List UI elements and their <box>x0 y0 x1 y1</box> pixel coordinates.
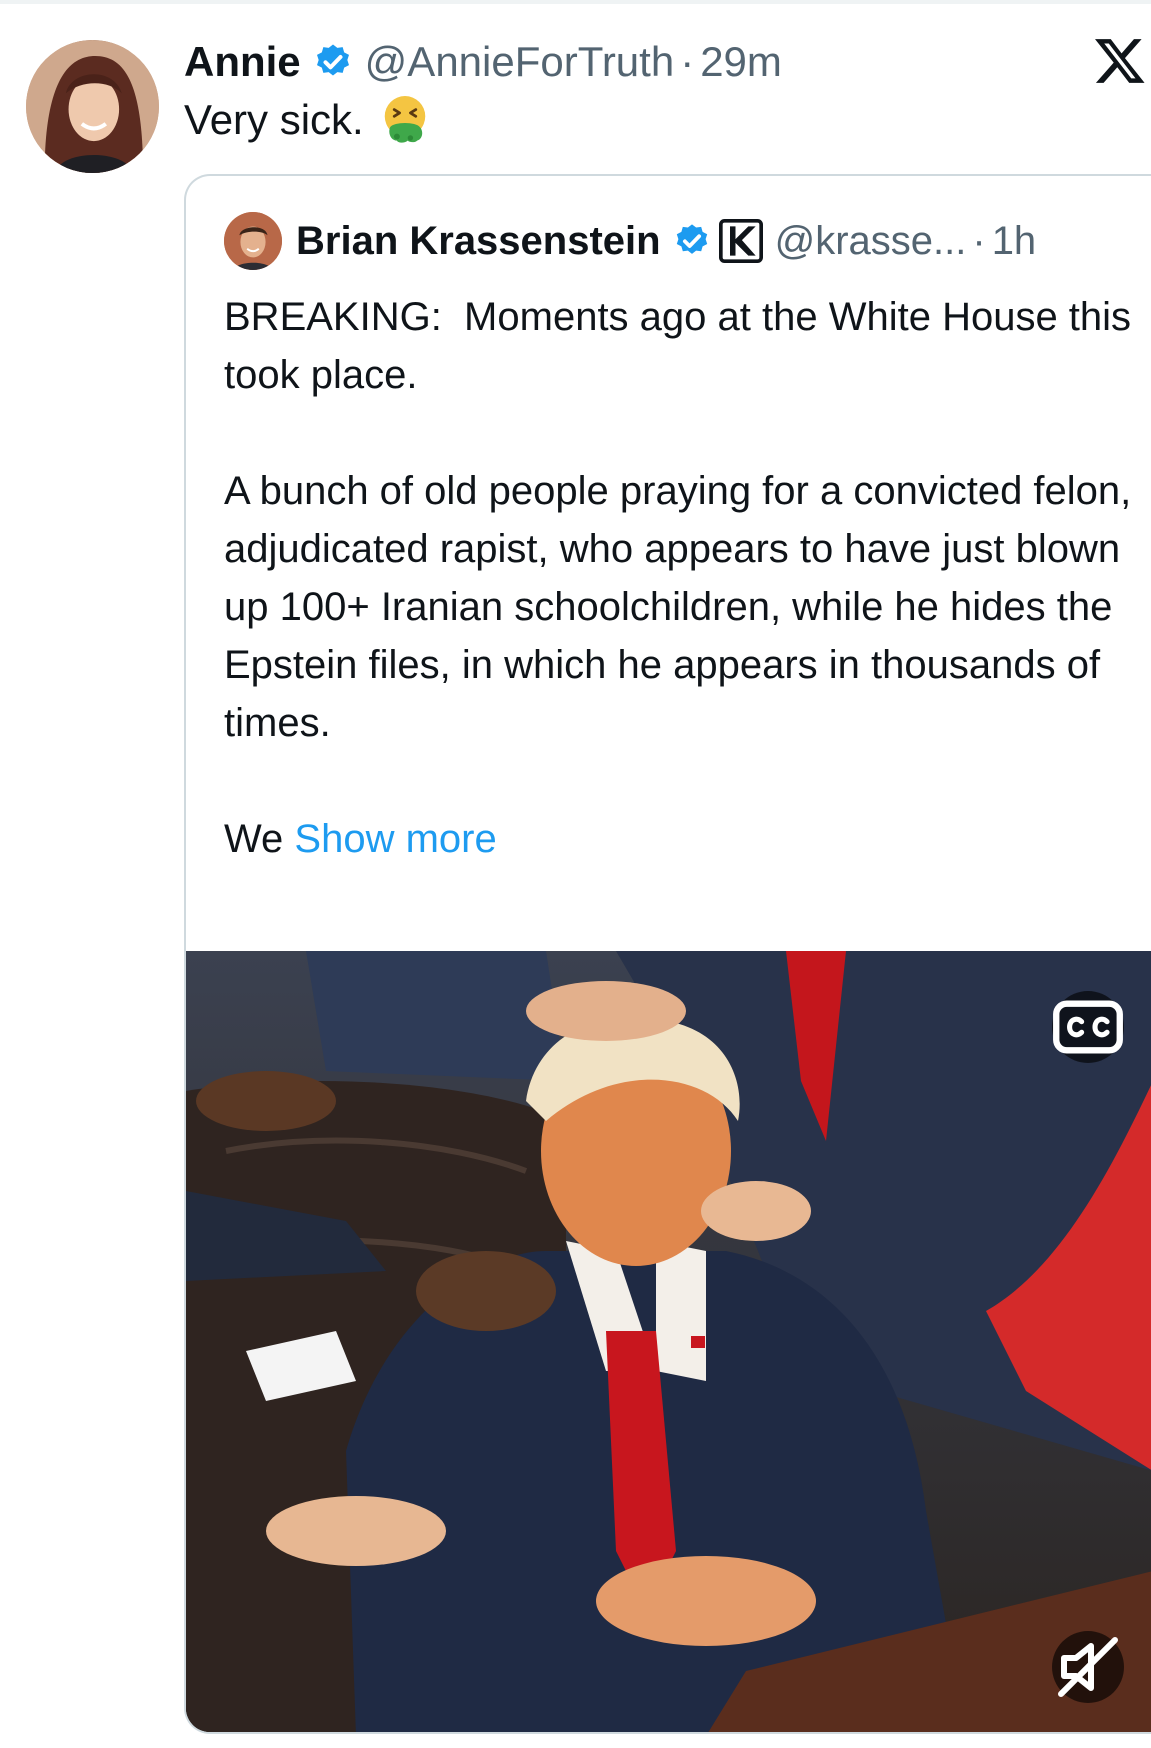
author-name[interactable]: Annie <box>184 38 301 86</box>
video-frame-image <box>186 951 1151 1732</box>
author-avatar-image <box>26 40 159 173</box>
tweet-text: Very sick. <box>184 90 432 150</box>
show-more-link[interactable]: Show more <box>294 817 496 861</box>
x-logo-icon <box>1095 39 1145 83</box>
nauseated-face-emoji-icon <box>384 96 425 143</box>
quoted-verified-badge-icon[interactable] <box>673 222 711 260</box>
author-handle[interactable]: @AnnieForTruth <box>365 38 675 86</box>
closed-captions-icon <box>1053 1000 1123 1054</box>
quoted-tweet-text: BREAKING: Moments ago at the White House… <box>224 288 1134 868</box>
quoted-post-time[interactable]: 1h <box>992 219 1037 264</box>
quoted-tweet-card[interactable]: Brian Krassenstein @krasse... · 1h BREAK… <box>184 174 1151 1734</box>
video-player[interactable] <box>186 951 1151 1732</box>
quoted-author-avatar[interactable] <box>224 212 282 270</box>
mute-toggle-button[interactable] <box>1052 1631 1124 1703</box>
affiliate-k-badge-icon[interactable] <box>718 219 763 263</box>
tweet-text-content: Very sick. <box>184 96 364 143</box>
quoted-tweet-header: Brian Krassenstein @krasse... · 1h <box>224 212 1036 270</box>
closed-captions-button[interactable] <box>1052 991 1124 1063</box>
post-time[interactable]: 29m <box>700 38 782 86</box>
muted-speaker-icon <box>1058 1637 1118 1697</box>
top-divider <box>0 0 1151 4</box>
quoted-author-avatar-image <box>224 212 282 270</box>
quoted-header-separator: · <box>972 218 986 263</box>
quoted-author-handle[interactable]: @krasse... <box>775 219 967 264</box>
verified-badge-icon[interactable] <box>313 42 353 82</box>
header-separator: · <box>680 38 695 85</box>
quoted-tweet-body: BREAKING: Moments ago at the White House… <box>224 295 1132 861</box>
tweet-header: Annie @AnnieForTruth · 29m <box>184 30 782 94</box>
quoted-author-name[interactable]: Brian Krassenstein <box>296 219 661 264</box>
author-avatar[interactable] <box>26 40 159 173</box>
